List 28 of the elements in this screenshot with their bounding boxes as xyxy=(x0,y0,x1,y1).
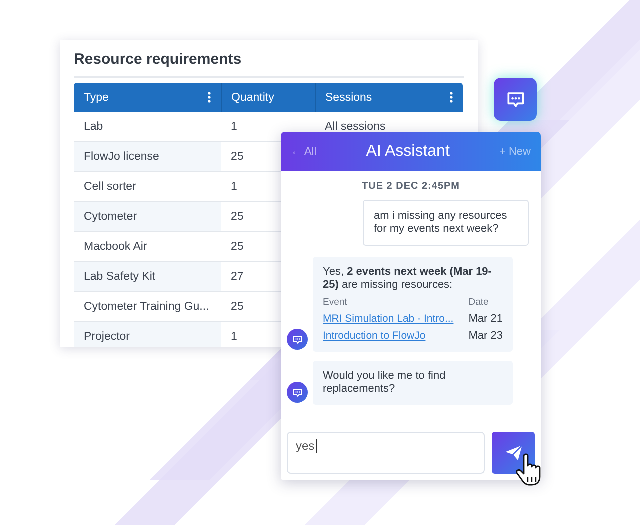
column-label: Event xyxy=(323,296,348,309)
chat-title: AI Assistant xyxy=(366,142,450,160)
send-button[interactable] xyxy=(492,432,535,474)
message-text: Would you like me to find replacements? xyxy=(323,370,446,395)
event-link[interactable]: MRI Simulation Lab - Intro... xyxy=(323,313,463,326)
column-header[interactable]: Type xyxy=(74,83,221,112)
timestamp: TUE 2 DEC 2:45PM xyxy=(362,181,460,192)
event-date: Mar 23 xyxy=(468,330,503,343)
kebab-menu-icon[interactable] xyxy=(208,92,210,103)
column-label: Date xyxy=(468,296,490,309)
message-text: Yes, 2 events next week (Mar 19-25) are missing resources: xyxy=(323,266,492,291)
column-header[interactable]: Sessions xyxy=(315,83,463,112)
column-header[interactable]: Quantity xyxy=(221,83,315,112)
table-cell: Projector xyxy=(74,322,221,347)
back-link[interactable]: ← All xyxy=(291,146,317,158)
card-title: Resource requirements xyxy=(74,50,464,78)
table-cell: FlowJo license xyxy=(74,142,221,172)
table-cell: Cytometer xyxy=(74,202,221,232)
event-date: Mar 21 xyxy=(468,313,503,326)
chat-button[interactable] xyxy=(494,78,537,121)
message-input[interactable]: yes xyxy=(287,432,485,474)
paper-plane-icon xyxy=(504,443,524,463)
chat-icon xyxy=(292,386,304,398)
kebab-menu-icon[interactable] xyxy=(450,92,453,103)
user-message: am i missing any resources for my events next week? xyxy=(363,200,529,246)
event-link[interactable]: Introduction to FlowJo xyxy=(323,330,463,343)
table-cell: Lab Safety Kit xyxy=(74,262,221,292)
chat-icon xyxy=(292,334,304,346)
